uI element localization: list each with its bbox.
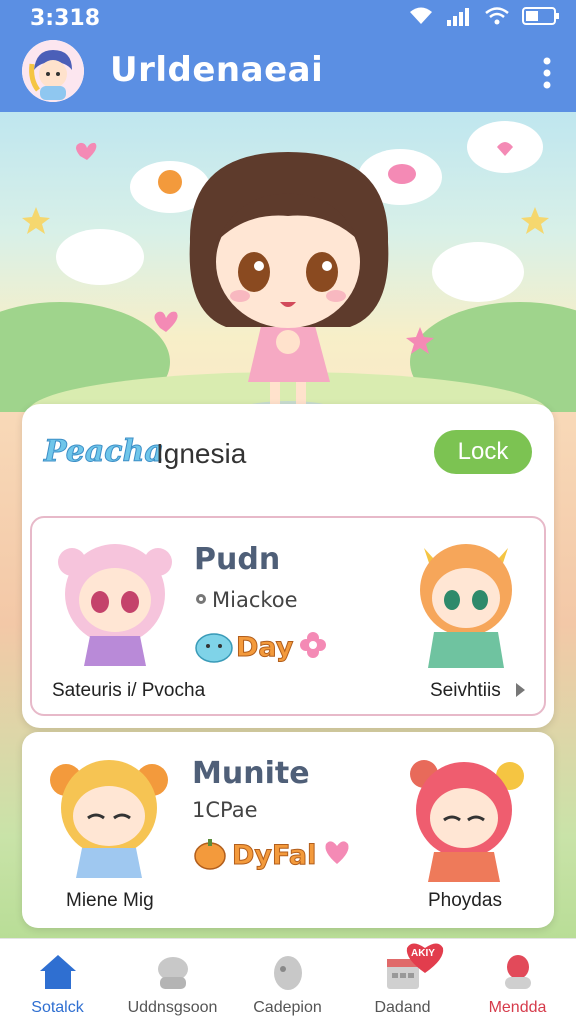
cloud-icon [56,229,144,285]
flower-icon [300,632,326,658]
hero-illustration [0,112,576,412]
avatar-icon [22,40,84,102]
status-icons [408,6,560,26]
gear-icon [196,594,206,604]
card-subtitle: Miackoe [212,588,298,612]
heart-icon [325,841,349,864]
app-bar: Urldenaeai [0,36,576,112]
figure-icon [274,956,302,990]
nav-label: Sotalck [31,999,84,1016]
wifi-secondary-icon [485,7,509,25]
card-tag: DyFal [231,840,317,872]
status-bar: 3:318 [0,0,576,36]
nav-item-dadand[interactable]: AKIY Dadand [345,939,460,1024]
heart-icon [154,311,178,332]
hero-scene [0,121,576,412]
wifi-icon [410,7,432,24]
peacha-logo: Peacha [44,434,165,470]
status-time: 3:318 [30,6,101,31]
card-left-label: Miene Mig [66,890,154,911]
character-card[interactable]: Munite 1CPae DyFal Miene Mig Phoydas [22,732,554,928]
card-title: Pudn [194,542,281,577]
toy-icon [158,957,188,989]
cloud-icon [432,242,524,302]
card-right-label: Phoydas [428,890,502,911]
card-title: Munite [192,756,310,791]
card-left-label: Sateuris i/ Pvocha [52,680,206,701]
heart-icon [76,142,97,160]
nav-label: Uddnsgsoon [127,999,218,1016]
profile-name: Ignesia [156,438,247,469]
main-character [189,152,389,412]
card-subtitle: 1CPae [192,798,258,822]
bottom-nav: Sotalck Uddnsgsoon Cadepion AKIY Dadand [0,938,576,1024]
nav-label: Mendda [488,999,547,1016]
more-vert-icon[interactable] [540,56,554,90]
card-right-label: Seivhtiis [430,680,501,701]
nav-label: Cadepion [253,999,322,1016]
nav-label: Dadand [374,999,431,1016]
pink-character-icon [58,544,172,666]
lock-button[interactable]: Lock [434,430,532,474]
nav-item-uddnsgsoon[interactable]: Uddnsgsoon [115,939,230,1024]
nav-item-mendda[interactable]: Mendda [460,939,575,1024]
nav-item-cadepion[interactable]: Cadepion [230,939,345,1024]
home-icon [40,955,76,989]
profile-icon [505,955,531,989]
cloud-sticker-icon [195,633,233,663]
cloud-icon [467,121,543,173]
star-icon [22,207,50,234]
avatar[interactable] [22,40,84,102]
app-title: Urldenaeai [110,50,324,90]
character-card[interactable]: Pudn Miackoe Day Sateuris i/ Pvocha Seiv… [30,516,546,716]
card-tag: Day [235,632,294,664]
nav-item-sotalck[interactable]: Sotalck [0,939,115,1024]
chevron-right-icon[interactable] [514,682,526,698]
battery-icon [522,7,559,25]
orange-character-icon [420,544,512,668]
red-character-icon [410,760,524,882]
pumpkin-icon [194,839,226,870]
signal-icon [447,8,469,26]
nav-badge: AKIY [411,948,435,959]
blonde-character-icon [50,760,168,878]
star-icon [521,207,549,234]
profile-card: Peacha Ignesia Lock Pudn Miackoe Day Sat… [22,404,554,728]
